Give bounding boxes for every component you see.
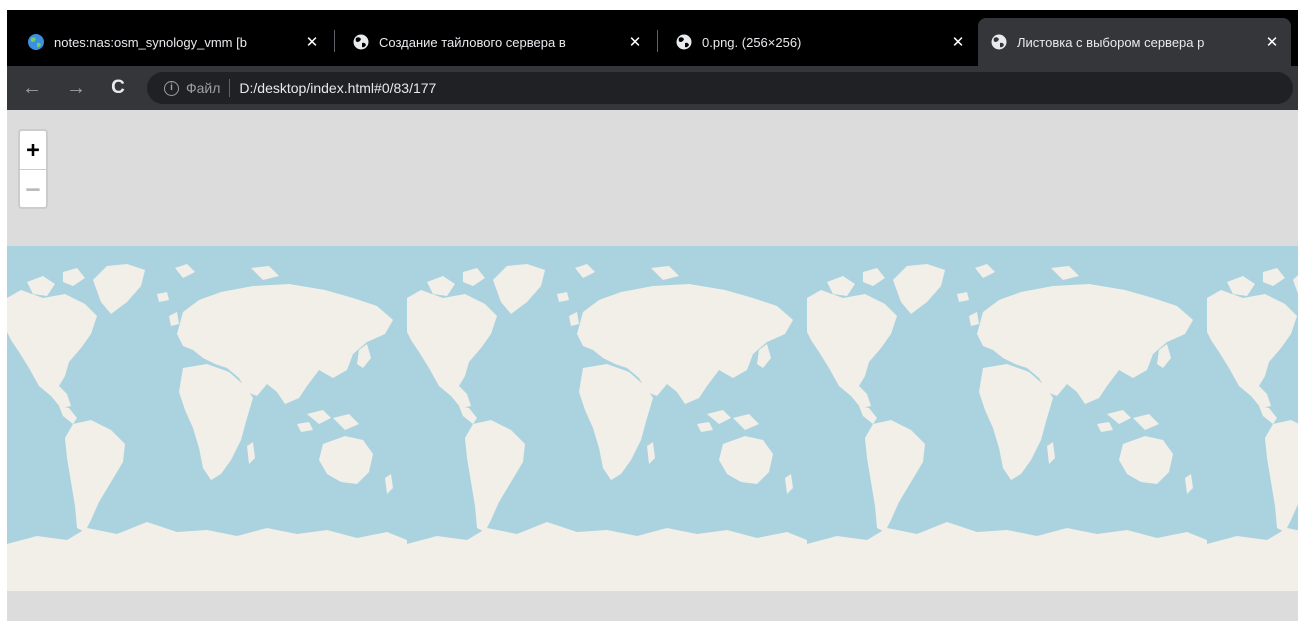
reload-button[interactable]: C xyxy=(105,75,131,101)
globe-blue-icon xyxy=(27,33,45,51)
close-icon[interactable]: ✕ xyxy=(626,33,644,51)
tab-title: Создание тайлового сервера в xyxy=(379,34,566,50)
zoom-in-button[interactable]: + xyxy=(20,131,46,170)
url-text[interactable]: D:/desktop/index.html#0/83/177 xyxy=(239,80,436,96)
tab-divider xyxy=(334,30,335,52)
tab-png-image[interactable]: 0.png. (256×256) ✕ xyxy=(663,18,977,66)
globe-icon xyxy=(675,33,693,51)
back-button[interactable]: ← xyxy=(19,75,45,101)
zoom-control: + — xyxy=(18,129,48,209)
close-icon[interactable]: ✕ xyxy=(949,33,967,51)
scheme-label: Файл xyxy=(186,80,221,96)
tab-notes-nas[interactable]: notes:nas:osm_synology_vmm [b ✕ xyxy=(15,18,331,66)
map-container[interactable]: + — xyxy=(7,110,1298,621)
world-map-tiles[interactable] xyxy=(7,246,1298,591)
globe-icon xyxy=(990,33,1008,51)
tab-title: 0.png. (256×256) xyxy=(702,34,802,50)
browser-window: notes:nas:osm_synology_vmm [b ✕ Создание… xyxy=(7,10,1298,621)
omnibox-divider xyxy=(229,79,231,97)
tab-title: Листовка с выбором сервера р xyxy=(1017,34,1205,50)
close-icon[interactable]: ✕ xyxy=(303,33,321,51)
info-icon[interactable]: i xyxy=(164,80,179,96)
forward-button[interactable]: → xyxy=(63,75,89,101)
zoom-out-button[interactable]: — xyxy=(20,170,46,207)
tab-leaflet-active[interactable]: Листовка с выбором сервера р ✕ xyxy=(978,18,1291,66)
tab-strip: notes:nas:osm_synology_vmm [b ✕ Создание… xyxy=(7,10,1298,66)
globe-icon xyxy=(352,33,370,51)
close-icon[interactable]: ✕ xyxy=(1263,33,1281,51)
tab-tile-server[interactable]: Создание тайлового сервера в ✕ xyxy=(340,18,654,66)
browser-toolbar: ← → C i Файл D:/desktop/index.html#0/83/… xyxy=(7,66,1298,110)
tab-divider xyxy=(657,30,658,52)
address-bar[interactable]: i Файл D:/desktop/index.html#0/83/177 xyxy=(147,72,1293,104)
tab-title: notes:nas:osm_synology_vmm [b xyxy=(54,34,247,50)
